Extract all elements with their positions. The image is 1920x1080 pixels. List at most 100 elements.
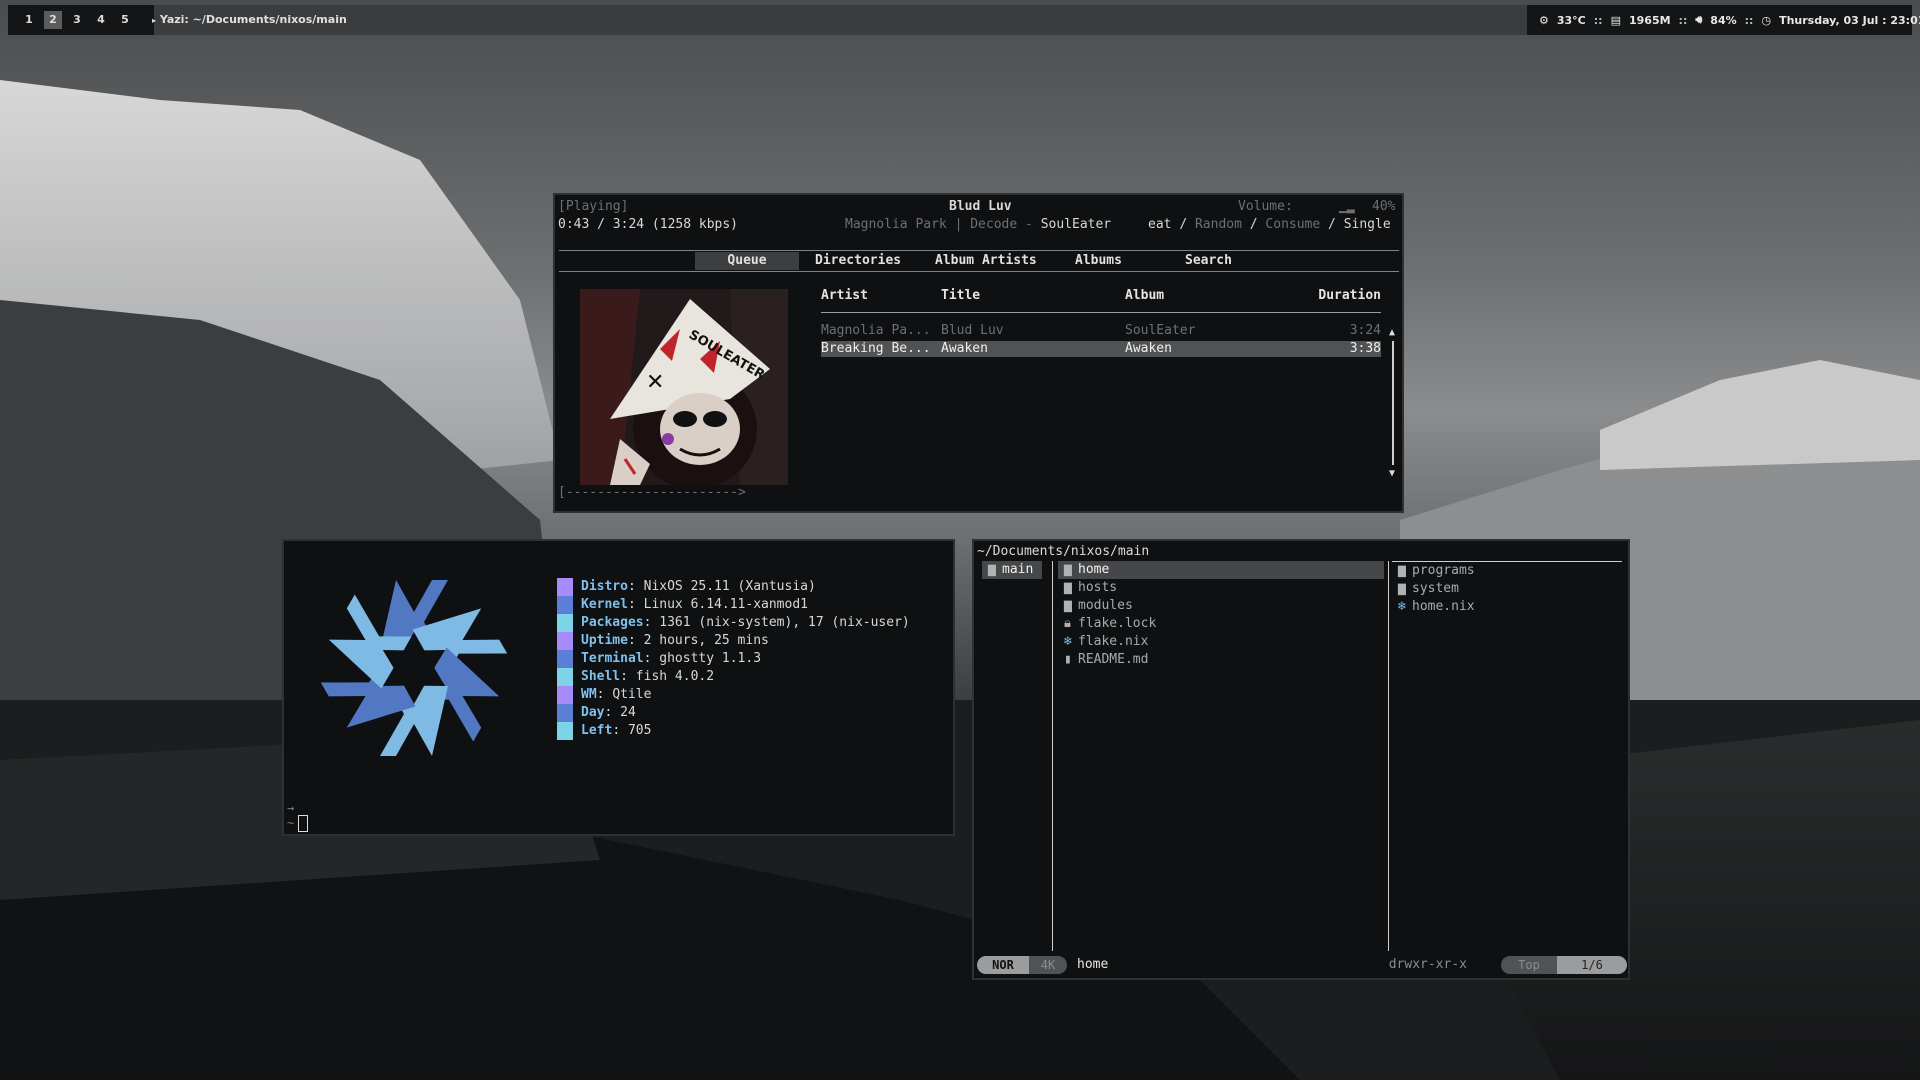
mode-single: Single [1343,217,1391,232]
info-key: Kernel [581,597,628,612]
separator: :: [1593,13,1603,27]
volume-bar[interactable]: ▁▂ [1339,199,1355,215]
file-entry[interactable]: ▆ hosts [1058,579,1384,597]
track-artist: Magnolia Pa... [821,323,931,338]
info-colon: : [627,597,644,612]
tab-directories[interactable]: Directories [815,252,901,270]
info-colon: : [627,633,644,648]
workspace-4[interactable]: 4 [92,11,110,29]
cpu-temp-icon: ⚙ [1539,13,1549,27]
info-key: Distro [581,579,628,594]
player-volume: 40% [1372,199,1396,214]
volume-level[interactable]: 84% [1710,14,1736,27]
color-swatch [557,650,573,668]
music-player-window[interactable]: [Playing] 0:43 / 3:24 (1258 kbps) Blud L… [553,193,1404,513]
track-duration: 3:38 [1349,341,1381,356]
parent-directory-pane: ▆ main [982,561,1042,579]
scroll-down-icon[interactable]: ▼ [1389,468,1395,479]
song-title: Blud Luv [949,199,1012,214]
tab-queue[interactable]: Queue [695,252,799,270]
folder-icon: ▆ [1398,581,1406,596]
info-colon: : [612,723,628,738]
system-info-line: Terminal: ghostty 1.1.3 [557,650,910,668]
file-entry[interactable]: ❄ flake.nix [1058,633,1384,651]
queue-header-divider [821,312,1381,313]
info-value: Linux 6.14.11-xanmod1 [643,597,808,612]
scroll-up-icon[interactable]: ▲ [1389,327,1395,338]
file-size: 4K [1029,956,1067,974]
pane-divider [1388,561,1389,951]
queue-scrollbar[interactable]: ▲ ▼ [1389,327,1397,479]
file-entry[interactable]: ▆ main [982,561,1042,579]
folder-icon: ▆ [1064,562,1072,577]
column-artist[interactable]: Artist [821,288,868,303]
info-key: Day [581,705,605,720]
queue-row[interactable]: Magnolia Pa... Blud Luv SoulEater 3:24 [821,323,1381,339]
queue-row-selected[interactable]: Breaking Be... Awaken Awaken 3:38 [821,341,1381,357]
file-entry[interactable]: ▆ home [1058,561,1384,579]
color-swatch [557,704,573,722]
track-duration: 3:24 [1349,323,1381,338]
memory-usage: 1965M [1628,13,1671,27]
playback-time: 0:43 / 3:24 (1258 kbps) [558,217,739,232]
tab-album-artists[interactable]: Album Artists [935,252,1037,270]
hovered-file: home [1077,957,1109,972]
file-name: flake.nix [1078,634,1149,649]
clock: Thursday, 03 Jul : 23:01 [1779,13,1920,27]
progress-bar-text: [----------------------> [558,485,746,500]
file-name: modules [1078,598,1133,613]
info-colon: : [604,705,621,720]
file-name: hosts [1078,580,1118,595]
info-colon: : [620,669,636,684]
scroll-track[interactable] [1392,341,1394,465]
status-area: ⚙ 33°C :: ▤ 1965M :: 🔊︎ 84% :: ◷ Thursda… [1527,5,1920,35]
memory-icon: ▤ [1610,13,1621,27]
file-name: README.md [1078,652,1149,667]
column-title[interactable]: Title [941,288,980,303]
workspace-5[interactable]: 5 [116,11,134,29]
workspace-1[interactable]: 1 [20,11,38,29]
info-key: Uptime [581,633,628,648]
file-entry[interactable]: ▆ modules [1058,597,1384,615]
pane-divider [1052,561,1053,951]
prompt-arrow: → [287,801,295,815]
color-swatch [557,614,573,632]
workspace-3[interactable]: 3 [68,11,86,29]
workspace-2[interactable]: 2 [44,11,62,29]
cursor-position: 1/6 [1557,956,1627,974]
track-title: Blud Luv [941,323,1004,338]
info-key: Shell [581,669,621,684]
file-entry[interactable]: ❄ home.nix [1392,598,1622,616]
file-entry[interactable]: 🔒︎ flake.lock [1058,615,1384,633]
mode-eat: eat [1148,217,1172,232]
info-colon: : [643,651,660,666]
window-indicator-icon: ▸ [152,16,157,25]
file-entry[interactable]: ▆ system [1392,580,1622,598]
file-name: flake.lock [1078,616,1157,631]
mode-slash: / [1328,217,1336,232]
folder-icon: ▆ [1064,580,1072,595]
file-name: main [1002,562,1034,577]
file-icon: ▮ [1064,652,1072,667]
info-colon: : [643,615,660,630]
terminal-fetch-window[interactable]: Distro: NixOS 25.11 (Xantusia) Kernel: Li… [282,539,955,836]
yazi-status-line: NOR 4K home drwxr-xr-x Top 1/6 [977,956,1627,974]
folder-icon: ▆ [1398,563,1406,578]
tab-albums[interactable]: Albums [1075,252,1122,270]
song-album: SoulEater [1040,217,1112,232]
tab-search[interactable]: Search [1185,252,1232,270]
separator: :: [1744,13,1754,27]
file-entry[interactable]: ▮ README.md [1058,651,1384,669]
column-duration[interactable]: Duration [1318,288,1381,303]
workspace-switcher: 1 2 3 4 5 [8,5,154,35]
nix-icon: ❄ [1398,599,1406,614]
playback-progress-bar[interactable]: [----------------------> [558,485,746,500]
column-album[interactable]: Album [1125,288,1164,303]
file-entry[interactable]: ▆ programs [1392,562,1622,580]
volume-icon[interactable]: 🔊︎ [1695,13,1702,27]
shell-prompt[interactable]: → ~ [287,801,309,832]
info-key: Left [581,723,613,738]
file-manager-window[interactable]: ~/Documents/nixos/main ▆ main ▆ home ▆ hosts… [972,539,1630,980]
info-key: Packages [581,615,644,630]
active-window-title: ▸ Yazi: ~/Documents/nixos/main [152,5,347,36]
